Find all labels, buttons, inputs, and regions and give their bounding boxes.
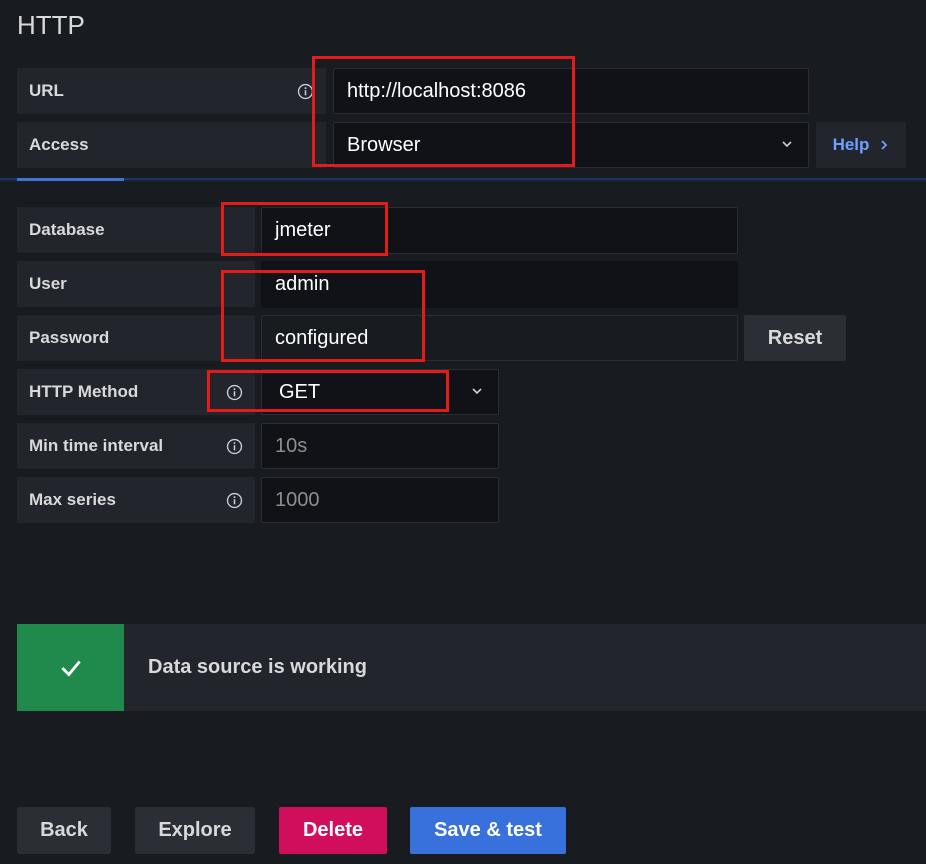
- min-interval-label: Min time interval: [29, 436, 164, 455]
- max-series-input[interactable]: 1000: [261, 477, 499, 523]
- chevron-down-icon: [782, 141, 792, 148]
- divider-accent: [17, 178, 124, 181]
- delete-button[interactable]: Delete: [279, 807, 387, 854]
- alert-icon-cell: [17, 624, 124, 711]
- min-interval-input[interactable]: 10s: [261, 423, 499, 469]
- password-label-cell: Password: [17, 315, 255, 361]
- info-icon[interactable]: [226, 492, 243, 509]
- max-series-label: Max series: [29, 490, 116, 509]
- chevron-right-icon: [881, 140, 888, 150]
- save-test-button[interactable]: Save & test: [410, 807, 566, 854]
- max-series-label-cell: Max series: [17, 477, 255, 523]
- database-label-cell: Database: [17, 207, 255, 253]
- http-method-label: HTTP Method: [29, 382, 139, 401]
- check-icon: [60, 660, 81, 677]
- highlight-box-method: [207, 370, 449, 412]
- highlight-box-url-access: [312, 56, 575, 167]
- url-label: URL: [29, 81, 64, 100]
- highlight-box-credentials: [221, 270, 425, 362]
- user-label-cell: User: [17, 261, 255, 307]
- back-button[interactable]: Back: [17, 807, 111, 854]
- url-label-cell: URL: [17, 68, 326, 114]
- reset-button[interactable]: Reset: [744, 315, 846, 361]
- access-label-cell: Access: [17, 122, 326, 168]
- chevron-down-icon: [472, 388, 482, 395]
- explore-button[interactable]: Explore: [135, 807, 255, 854]
- section-divider: [0, 178, 926, 182]
- help-label: Help: [832, 135, 870, 154]
- section-title: HTTP: [17, 10, 85, 40]
- access-label: Access: [29, 135, 89, 154]
- info-icon[interactable]: [226, 438, 243, 455]
- help-button[interactable]: Help: [816, 122, 906, 168]
- min-interval-label-cell: Min time interval: [17, 423, 255, 469]
- highlight-box-database: [221, 202, 388, 256]
- alert-message: Data source is working: [148, 656, 367, 678]
